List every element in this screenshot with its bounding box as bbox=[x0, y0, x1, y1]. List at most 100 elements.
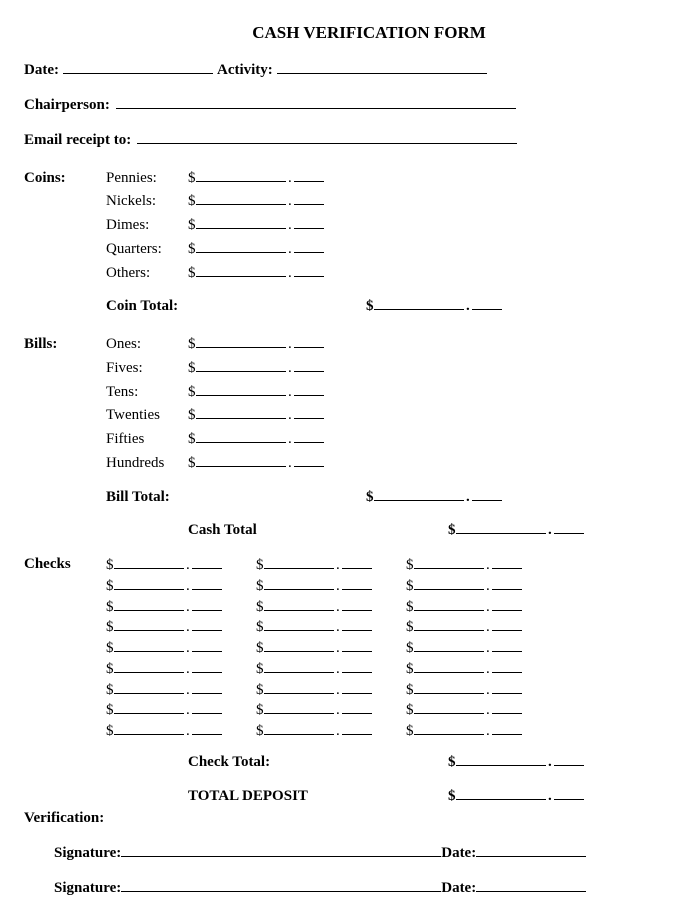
checks-section: Checks$.$.$.$.$.$.$.$.$.$.$.$.$.$.$.$.$.… bbox=[24, 555, 671, 741]
bill-amount[interactable]: $. bbox=[188, 429, 324, 449]
coin-label: Pennies: bbox=[106, 169, 188, 188]
bill-label: Hundreds bbox=[106, 454, 188, 473]
check-amount[interactable]: $. bbox=[406, 680, 522, 700]
row-email: Email receipt to: bbox=[24, 129, 671, 150]
activity-label: Activity: bbox=[217, 61, 273, 80]
chairperson-label: Chairperson: bbox=[24, 96, 110, 115]
total-deposit-row: TOTAL DEPOSIT $. bbox=[24, 786, 671, 806]
verification-header: Verification: bbox=[24, 809, 671, 828]
check-total-row: Check Total: $. bbox=[24, 752, 671, 772]
bill-amount[interactable]: $. bbox=[188, 453, 324, 473]
coin-label: Quarters: bbox=[106, 240, 188, 259]
check-amount[interactable]: $. bbox=[106, 617, 222, 637]
check-row: $. $. $. bbox=[24, 659, 671, 679]
cash-total-amount[interactable]: $. bbox=[448, 520, 584, 540]
row-chairperson: Chairperson: bbox=[24, 94, 671, 115]
signature-label: Signature: bbox=[54, 879, 121, 898]
bill-label: Tens: bbox=[106, 383, 188, 402]
bills-header: Bills: bbox=[24, 335, 106, 354]
date-field[interactable] bbox=[63, 59, 213, 74]
total-deposit-label: TOTAL DEPOSIT bbox=[188, 787, 448, 806]
bill-label: Fives: bbox=[106, 359, 188, 378]
sig-date-label: Date: bbox=[441, 879, 476, 898]
checks-header: Checks bbox=[24, 555, 106, 575]
bill-label: Twenties bbox=[106, 406, 188, 425]
email-label: Email receipt to: bbox=[24, 131, 131, 150]
check-row: Checks$.$.$. bbox=[24, 555, 671, 575]
check-amount[interactable]: $. bbox=[106, 680, 222, 700]
bill-amount[interactable]: $. bbox=[188, 334, 324, 354]
check-amount[interactable]: $. bbox=[256, 555, 372, 575]
check-amount[interactable]: $. bbox=[106, 638, 222, 658]
sig-date-field[interactable] bbox=[476, 842, 586, 857]
bill-label: Fifties bbox=[106, 430, 188, 449]
coin-label: Others: bbox=[106, 264, 188, 283]
check-row: $. $. $. bbox=[24, 700, 671, 720]
check-row: $. $. $. bbox=[24, 617, 671, 637]
check-amount[interactable]: $. bbox=[256, 721, 372, 741]
check-total-label: Check Total: bbox=[188, 753, 448, 772]
check-amount[interactable]: $. bbox=[256, 597, 372, 617]
coin-amount[interactable]: $. bbox=[188, 263, 324, 283]
activity-field[interactable] bbox=[277, 59, 487, 74]
check-amount[interactable]: $. bbox=[106, 555, 222, 575]
check-amount[interactable]: $. bbox=[256, 576, 372, 596]
signature-row-2: Signature: Date: bbox=[54, 877, 671, 898]
coin-label: Nickels: bbox=[106, 192, 188, 211]
bill-amount[interactable]: $. bbox=[188, 405, 324, 425]
coin-amount[interactable]: $. bbox=[188, 191, 324, 211]
check-amount[interactable]: $. bbox=[256, 659, 372, 679]
date-label: Date: bbox=[24, 61, 59, 80]
email-field[interactable] bbox=[137, 129, 517, 144]
coin-total-label: Coin Total: bbox=[106, 297, 366, 316]
total-deposit-amount[interactable]: $. bbox=[448, 786, 584, 806]
check-amount[interactable]: $. bbox=[106, 576, 222, 596]
signature-row-1: Signature: Date: bbox=[54, 842, 671, 863]
cash-total-label: Cash Total bbox=[188, 521, 448, 540]
check-amount[interactable]: $. bbox=[106, 700, 222, 720]
bill-total-amount[interactable]: $. bbox=[366, 487, 502, 507]
sig-date-label: Date: bbox=[441, 844, 476, 863]
coin-label: Dimes: bbox=[106, 216, 188, 235]
check-amount[interactable]: $. bbox=[106, 597, 222, 617]
check-row: $. $. $. bbox=[24, 638, 671, 658]
check-total-amount[interactable]: $. bbox=[448, 752, 584, 772]
coin-total-amount[interactable]: $. bbox=[366, 296, 502, 316]
check-amount[interactable]: $. bbox=[406, 659, 522, 679]
bill-label: Ones: bbox=[106, 335, 188, 354]
check-amount[interactable]: $. bbox=[406, 638, 522, 658]
signature-field[interactable] bbox=[121, 842, 441, 857]
signature-field[interactable] bbox=[121, 877, 441, 892]
coins-header: Coins: bbox=[24, 169, 106, 188]
check-amount[interactable]: $. bbox=[406, 555, 522, 575]
check-amount[interactable]: $. bbox=[406, 576, 522, 596]
check-amount[interactable]: $. bbox=[256, 700, 372, 720]
check-amount[interactable]: $. bbox=[406, 617, 522, 637]
check-row: $. $. $. bbox=[24, 721, 671, 741]
form-title: CASH VERIFICATION FORM bbox=[214, 22, 524, 43]
signature-label: Signature: bbox=[54, 844, 121, 863]
coin-amount[interactable]: $. bbox=[188, 239, 324, 259]
cash-total-row: Cash Total $. bbox=[24, 520, 671, 540]
coins-section: Coins: Pennies: $. Nickels: $. Dimes: $.… bbox=[24, 168, 671, 317]
check-amount[interactable]: $. bbox=[106, 659, 222, 679]
check-amount[interactable]: $. bbox=[256, 617, 372, 637]
bill-total-label: Bill Total: bbox=[106, 488, 366, 507]
bill-amount[interactable]: $. bbox=[188, 382, 324, 402]
check-row: $. $. $. bbox=[24, 680, 671, 700]
check-amount[interactable]: $. bbox=[406, 721, 522, 741]
chairperson-field[interactable] bbox=[116, 94, 516, 109]
check-row: $. $. $. bbox=[24, 597, 671, 617]
check-row: $. $. $. bbox=[24, 576, 671, 596]
check-amount[interactable]: $. bbox=[406, 700, 522, 720]
check-amount[interactable]: $. bbox=[106, 721, 222, 741]
bills-section: Bills: Ones: $. Fives: $. Tens: $. Twent… bbox=[24, 334, 671, 506]
coin-amount[interactable]: $. bbox=[188, 215, 324, 235]
bill-amount[interactable]: $. bbox=[188, 358, 324, 378]
check-amount[interactable]: $. bbox=[256, 638, 372, 658]
row-date-activity: Date: Activity: bbox=[24, 59, 671, 80]
coin-amount[interactable]: $. bbox=[188, 168, 324, 188]
sig-date-field[interactable] bbox=[476, 877, 586, 892]
check-amount[interactable]: $. bbox=[406, 597, 522, 617]
check-amount[interactable]: $. bbox=[256, 680, 372, 700]
